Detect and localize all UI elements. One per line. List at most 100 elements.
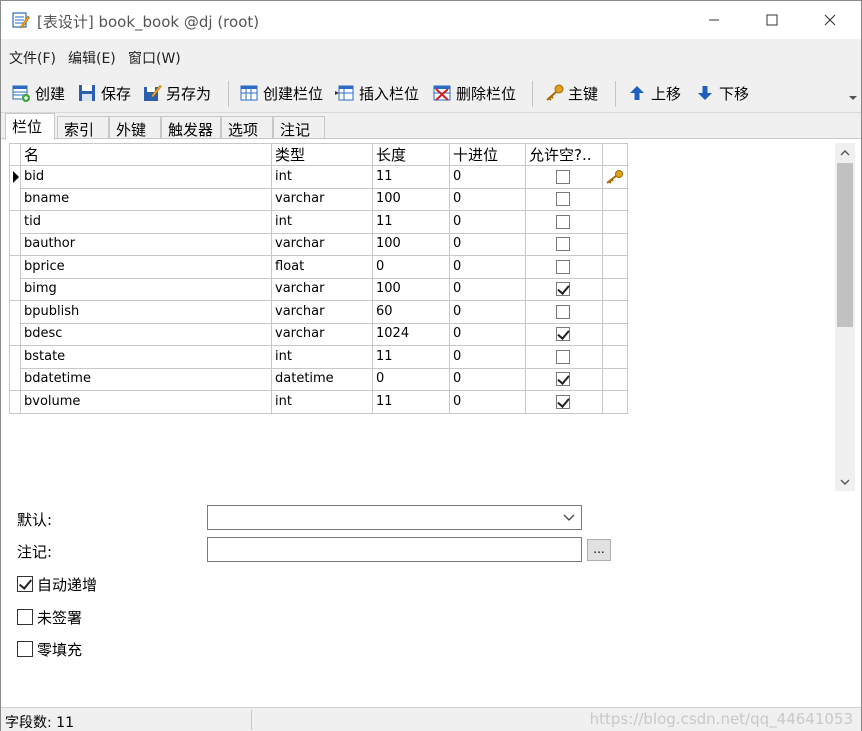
cell-key[interactable] (603, 210, 628, 234)
cell-length[interactable]: 11 (373, 210, 450, 234)
nullable-checkbox[interactable] (556, 349, 570, 364)
cell-type[interactable]: varchar (272, 188, 373, 211)
cell-key[interactable] (603, 300, 628, 324)
cell-length[interactable]: 100 (373, 233, 450, 256)
nullable-checkbox[interactable] (556, 304, 570, 319)
nullable-checkbox[interactable] (556, 259, 570, 274)
cell-length[interactable]: 60 (373, 300, 450, 324)
row-indicator[interactable] (9, 233, 21, 256)
toolbar-overflow-icon[interactable] (849, 95, 857, 101)
tab-indexes[interactable]: 索引 (57, 116, 109, 140)
cell-type[interactable]: datetime (272, 368, 373, 391)
cell-length[interactable]: 100 (373, 188, 450, 211)
nullable-checkbox[interactable] (556, 169, 570, 184)
cell-length[interactable]: 100 (373, 278, 450, 301)
cell-name[interactable]: bprice (21, 255, 272, 279)
cell-type[interactable]: int (272, 165, 373, 189)
cell-type[interactable]: varchar (272, 323, 373, 346)
cell-key[interactable] (603, 368, 628, 391)
cell-decimals[interactable]: 0 (450, 165, 526, 189)
cell-name[interactable]: bpublish (21, 300, 272, 324)
tab-options[interactable]: 选项 (221, 116, 273, 140)
unsigned-option[interactable]: 未签署 (17, 607, 82, 627)
cell-type[interactable]: varchar (272, 300, 373, 324)
nullable-checkbox[interactable] (556, 394, 570, 409)
row-indicator[interactable] (9, 323, 21, 346)
row-indicator[interactable] (9, 188, 21, 211)
cell-type[interactable]: int (272, 390, 373, 414)
nullable-checkbox[interactable] (556, 327, 570, 341)
row-indicator[interactable] (9, 390, 21, 414)
nullable-checkbox[interactable] (556, 192, 570, 206)
cell-key[interactable] (603, 188, 628, 211)
cell-name[interactable]: bname (21, 188, 272, 211)
cell-name[interactable]: bauthor (21, 233, 272, 256)
menu-edit[interactable]: 编辑(E) (68, 48, 116, 68)
default-combobox[interactable] (207, 505, 582, 530)
header-nullable[interactable]: 允许空?.. (526, 143, 603, 166)
cell-type[interactable]: float (272, 255, 373, 279)
create-button[interactable]: 创建 (11, 81, 65, 105)
scroll-up-icon[interactable] (840, 149, 850, 156)
auto-increment-checkbox[interactable] (17, 576, 33, 592)
header-name[interactable]: 名 (21, 143, 272, 166)
cell-name[interactable]: tid (21, 210, 272, 234)
row-indicator[interactable] (9, 368, 21, 391)
header-length[interactable]: 长度 (373, 143, 450, 166)
primary-key-button[interactable]: 主键 (544, 81, 598, 105)
auto-increment-option[interactable]: 自动递增 (17, 574, 97, 594)
cell-length[interactable]: 0 (373, 368, 450, 391)
cell-key[interactable] (603, 165, 628, 189)
cell-key[interactable] (603, 233, 628, 256)
zerofill-option[interactable]: 零填充 (17, 639, 82, 659)
cell-type[interactable]: int (272, 210, 373, 234)
cell-decimals[interactable]: 0 (450, 255, 526, 279)
move-up-button[interactable]: 上移 (627, 81, 681, 105)
cell-name[interactable]: bid (21, 165, 272, 189)
nullable-checkbox[interactable] (556, 214, 570, 229)
header-key[interactable] (603, 143, 628, 166)
comment-ellipsis-button[interactable]: ... (587, 539, 611, 561)
close-icon[interactable] (801, 1, 859, 39)
header-type[interactable]: 类型 (272, 143, 373, 166)
row-indicator[interactable] (9, 210, 21, 234)
cell-decimals[interactable]: 0 (450, 233, 526, 256)
cell-decimals[interactable]: 0 (450, 323, 526, 346)
vertical-scrollbar[interactable] (835, 143, 855, 491)
cell-type[interactable]: varchar (272, 278, 373, 301)
cell-decimals[interactable]: 0 (450, 300, 526, 324)
cell-decimals[interactable]: 0 (450, 368, 526, 391)
save-as-button[interactable]: 另存为 (142, 81, 211, 105)
scroll-thumb[interactable] (837, 163, 853, 327)
cell-name[interactable]: bstate (21, 345, 272, 369)
cell-type[interactable]: int (272, 345, 373, 369)
unsigned-checkbox[interactable] (17, 609, 33, 625)
cell-type[interactable]: varchar (272, 233, 373, 256)
cell-name[interactable]: bdesc (21, 323, 272, 346)
cell-decimals[interactable]: 0 (450, 345, 526, 369)
save-button[interactable]: 保存 (77, 81, 131, 105)
cell-key[interactable] (603, 255, 628, 279)
maximize-icon[interactable] (743, 1, 801, 39)
row-indicator[interactable] (9, 300, 21, 324)
comment-input[interactable] (207, 537, 582, 562)
nullable-checkbox[interactable] (556, 372, 570, 386)
cell-length[interactable]: 11 (373, 390, 450, 414)
cell-length[interactable]: 1024 (373, 323, 450, 346)
cell-name[interactable]: bdatetime (21, 368, 272, 391)
row-indicator[interactable] (9, 255, 21, 279)
cell-decimals[interactable]: 0 (450, 278, 526, 301)
header-decimals[interactable]: 十进位 (450, 143, 526, 166)
cell-name[interactable]: bvolume (21, 390, 272, 414)
cell-decimals[interactable]: 0 (450, 210, 526, 234)
tab-fields[interactable]: 栏位 (5, 113, 55, 140)
cell-key[interactable] (603, 278, 628, 301)
cell-key[interactable] (603, 323, 628, 346)
delete-field-button[interactable]: 删除栏位 (432, 81, 516, 105)
menu-file[interactable]: 文件(F) (9, 48, 56, 68)
zerofill-checkbox[interactable] (17, 641, 33, 657)
cell-length[interactable]: 11 (373, 345, 450, 369)
cell-name[interactable]: bimg (21, 278, 272, 301)
tab-foreign-keys[interactable]: 外键 (109, 116, 161, 140)
nullable-checkbox[interactable] (556, 282, 570, 296)
